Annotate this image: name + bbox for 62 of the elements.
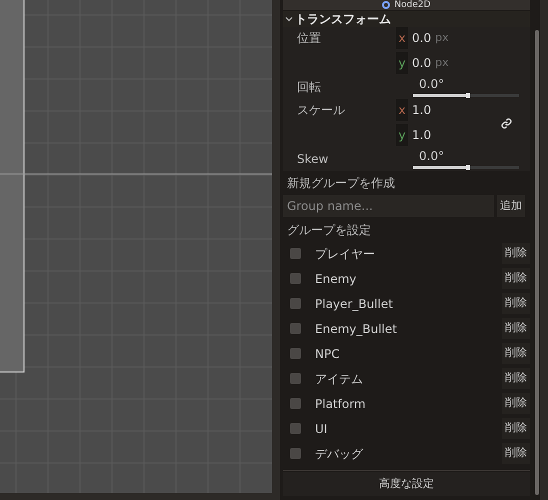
unit-label: px (435, 54, 449, 71)
number-field[interactable]: y 1.0 (396, 124, 432, 146)
checkbox[interactable] (290, 298, 301, 309)
delete-button[interactable]: 削除 (502, 368, 530, 389)
section-title: トランスフォーム (295, 11, 391, 28)
group-name: NPC (315, 346, 341, 362)
scrollbar[interactable] (534, 30, 538, 495)
delete-button[interactable]: 削除 (502, 393, 530, 414)
group-name-field[interactable]: Group name... (283, 195, 494, 217)
checkbox[interactable] (290, 323, 301, 334)
group-name: Enemy_Bullet (315, 320, 398, 338)
axis-label: y (397, 55, 407, 72)
field-value: 0.0 (412, 55, 432, 72)
section-title: グループを設定 (286, 222, 372, 239)
delete-button[interactable]: 削除 (502, 418, 530, 439)
node-title: Node2D (394, 0, 431, 10)
checkbox[interactable] (290, 398, 301, 409)
checkbox[interactable] (290, 423, 301, 434)
checkbox[interactable] (290, 373, 301, 384)
section-header[interactable]: トランスフォーム (283, 11, 530, 27)
slider[interactable]: 0.0° (413, 148, 519, 168)
group-name: UI (315, 420, 328, 438)
slider-value: 0.0° (418, 148, 446, 162)
delete-button[interactable]: 削除 (502, 293, 530, 314)
field-label: Skew (296, 150, 330, 168)
checkbox[interactable] (290, 273, 301, 284)
delete-button[interactable]: 削除 (502, 443, 530, 464)
number-field[interactable]: x 0.0 px (396, 27, 449, 49)
slider-thumb[interactable] (466, 164, 470, 170)
advanced-settings-button[interactable]: 高度な設定 (283, 472, 530, 496)
axis-label: x (397, 102, 407, 119)
group-name: デバッグ (315, 446, 364, 462)
unit-label: px (435, 30, 449, 46)
checkbox[interactable] (290, 348, 301, 359)
slider[interactable]: 0.0° (413, 76, 519, 96)
delete-button[interactable]: 削除 (502, 343, 530, 364)
axis-label: x (397, 30, 407, 47)
group-name: アイテム (315, 370, 364, 388)
axis-label: y (397, 127, 407, 144)
field-value: 1.0 (412, 127, 432, 144)
field-label: スケール (296, 102, 346, 119)
number-field[interactable]: x 1.0 (396, 99, 432, 121)
group-name: Enemy (315, 270, 358, 288)
group-name: Platform (315, 396, 367, 412)
add-button[interactable]: 追加 (497, 195, 525, 217)
slider-thumb[interactable] (466, 92, 470, 98)
group-name: プレイヤー (315, 246, 376, 262)
field-label: 位置 (296, 30, 322, 47)
link-icon[interactable] (501, 118, 512, 129)
delete-button[interactable]: 削除 (502, 268, 530, 289)
number-field[interactable]: y 0.0 px (396, 52, 449, 74)
slider-value: 0.0° (418, 76, 446, 90)
section-title: 新規グループを作成 (286, 175, 396, 192)
field-value: 1.0 (412, 102, 432, 119)
field-value: 0.0 (412, 30, 432, 47)
delete-button[interactable]: 削除 (502, 243, 530, 264)
group-name: Player_Bullet (315, 296, 394, 312)
node-icon (382, 1, 390, 9)
checkbox[interactable] (290, 248, 301, 259)
delete-button[interactable]: 削除 (502, 318, 530, 339)
checkbox[interactable] (290, 448, 301, 459)
field-label: 回転 (296, 78, 322, 96)
